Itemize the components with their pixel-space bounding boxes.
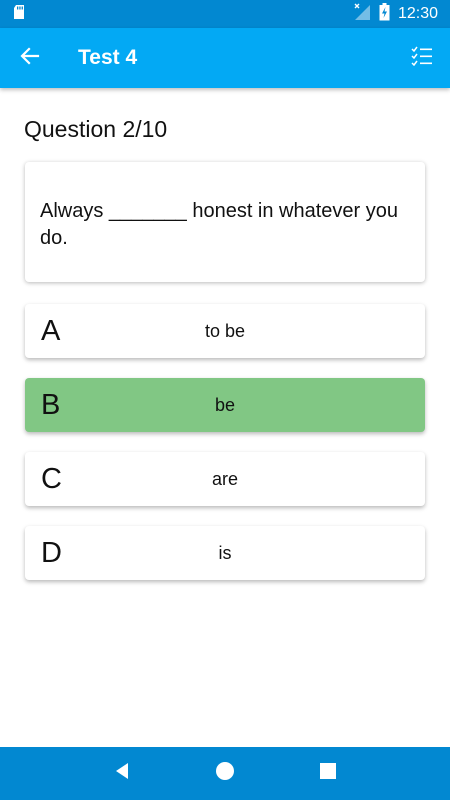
- option-text: be: [214, 394, 236, 415]
- option-text: is: [218, 542, 232, 563]
- question-card: Always _______ honest in whatever you do…: [25, 162, 425, 282]
- status-bar: 12:30: [0, 0, 450, 28]
- option-c[interactable]: C are: [25, 452, 425, 506]
- back-arrow-icon: [20, 46, 40, 71]
- recents-square-icon: [319, 762, 337, 785]
- option-a[interactable]: A to be: [25, 304, 425, 358]
- option-text: to be: [204, 320, 246, 341]
- option-b[interactable]: B be: [25, 378, 425, 432]
- sd-card-icon: [12, 4, 26, 25]
- status-time: 12:30: [397, 5, 438, 22]
- back-button[interactable]: [0, 28, 60, 88]
- question-text: Always _______ honest in whatever you do…: [40, 200, 399, 249]
- option-letter: C: [41, 462, 62, 495]
- question-counter: Question 2/10: [24, 116, 168, 142]
- option-letter: B: [41, 388, 61, 421]
- checklist-icon: [411, 46, 433, 71]
- nav-recents-button[interactable]: [308, 754, 348, 794]
- no-signal-icon: [353, 3, 371, 26]
- option-d[interactable]: D is: [25, 526, 425, 580]
- nav-back-button[interactable]: [102, 754, 142, 794]
- system-nav-bar: [0, 747, 450, 800]
- question-list-button[interactable]: [394, 28, 450, 88]
- option-letter: A: [41, 314, 61, 347]
- page-title: Test 4: [78, 46, 138, 69]
- home-circle-icon: [215, 761, 235, 786]
- app-bar: Test 4: [0, 28, 450, 88]
- battery-charging-icon: [379, 2, 390, 26]
- option-text: are: [211, 468, 238, 489]
- nav-home-button[interactable]: [205, 754, 245, 794]
- option-letter: D: [41, 536, 62, 569]
- back-triangle-icon: [113, 762, 131, 785]
